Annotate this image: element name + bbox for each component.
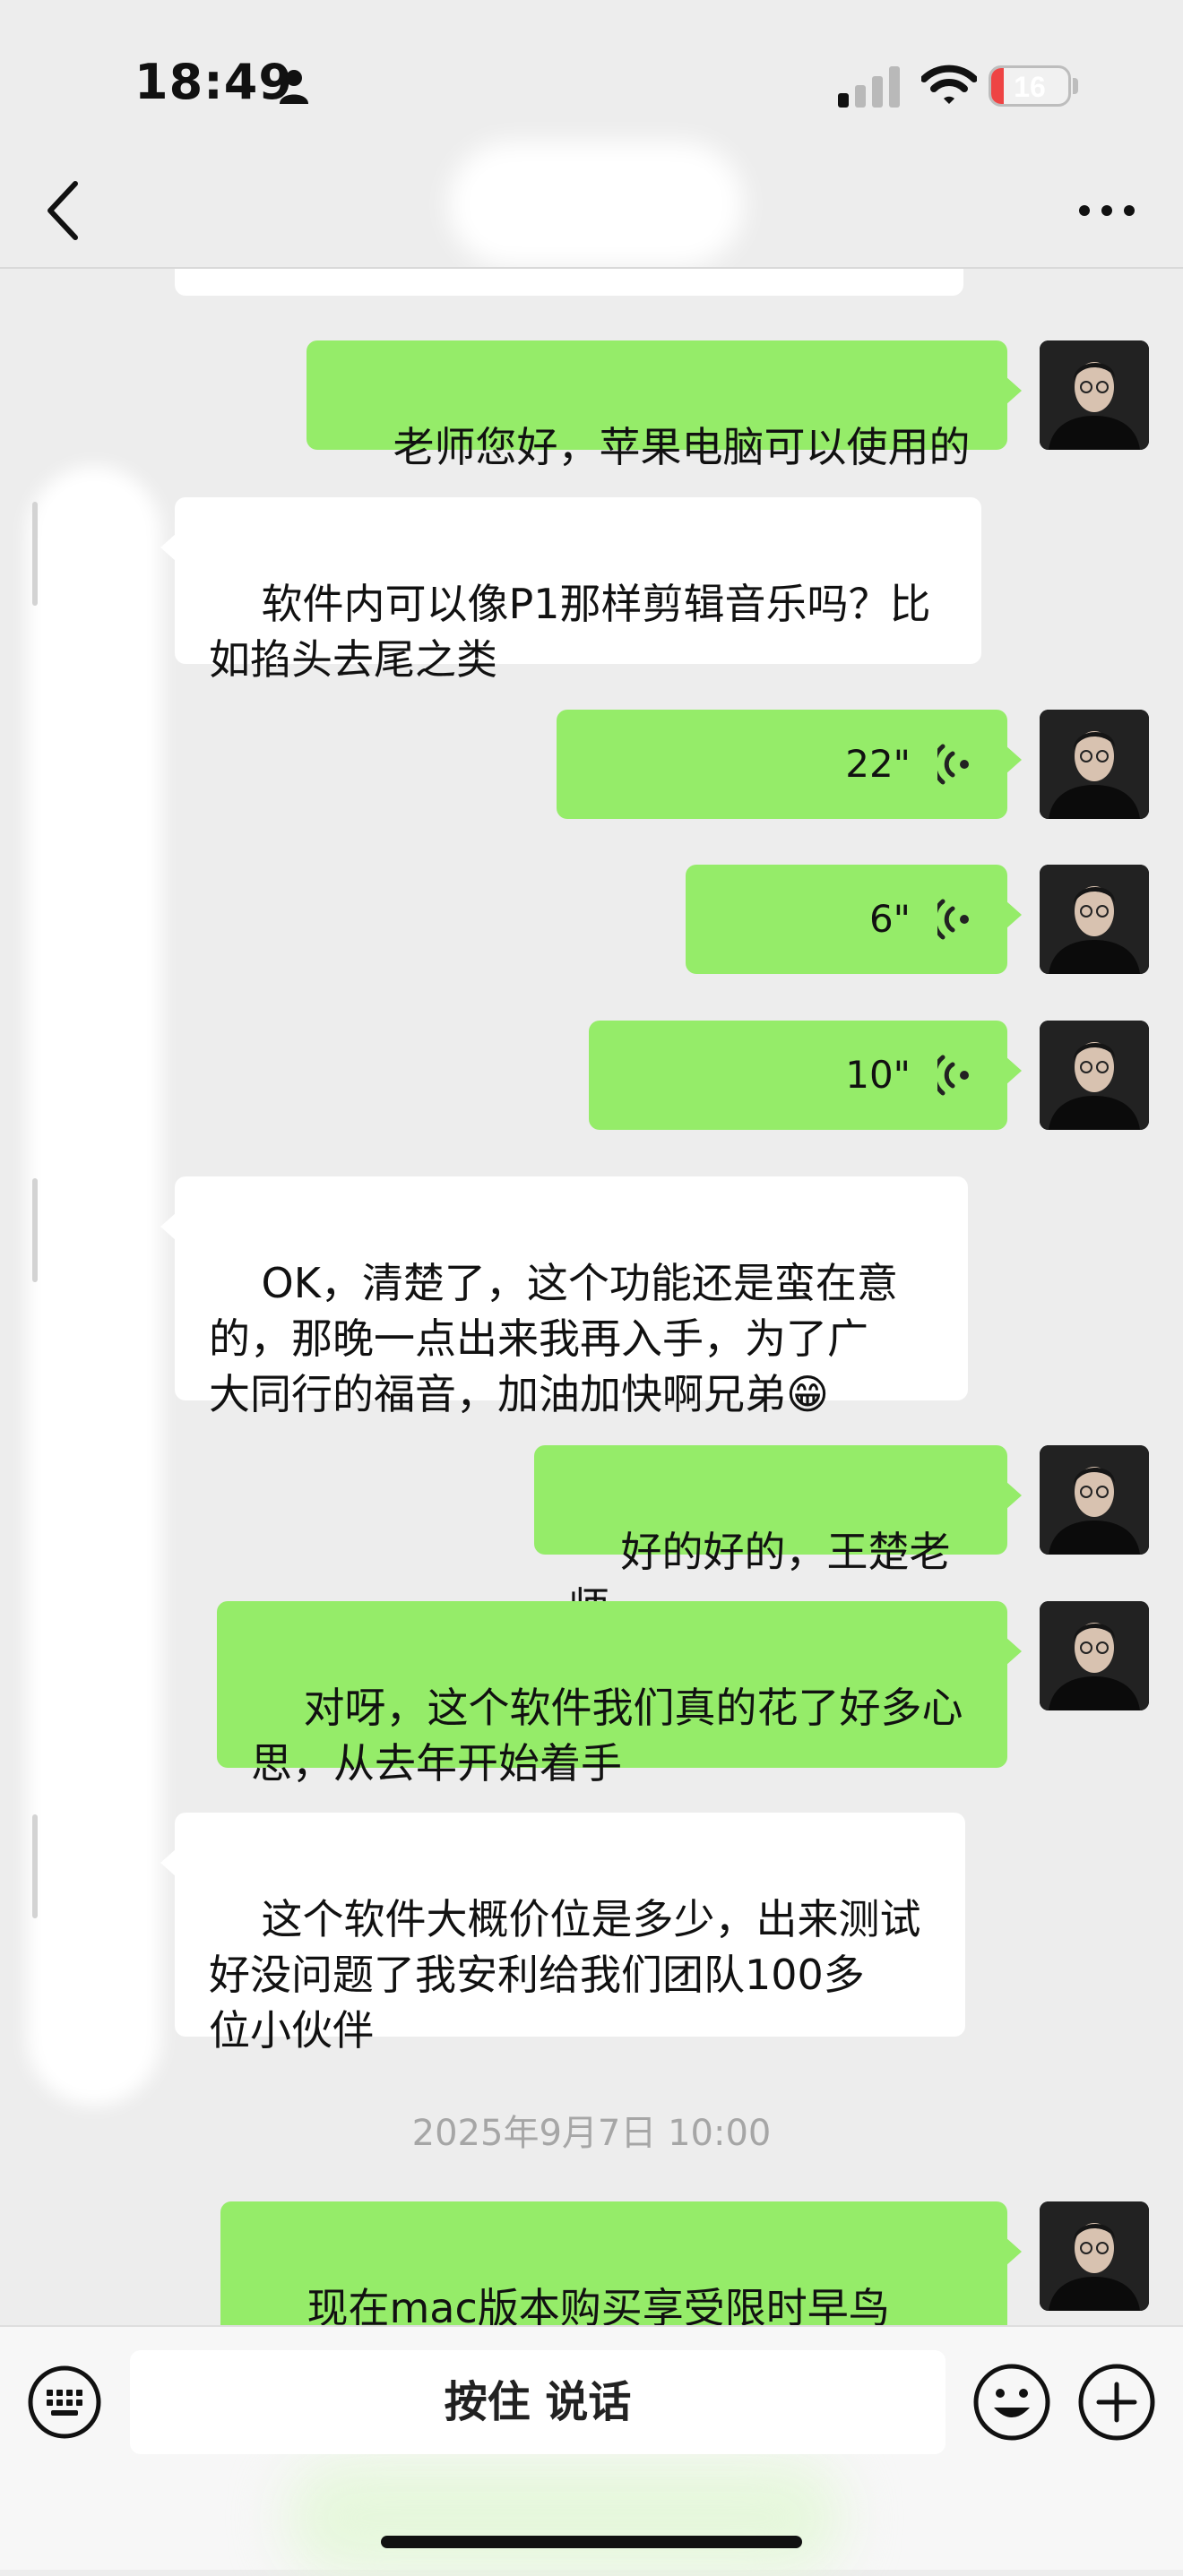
portrait-image: [1040, 1445, 1149, 1555]
message-bubble-received[interactable]: 这个软件大概价位是多少，出来测试 好没问题了我安利给我们团队100多 位小伙伴: [160, 1813, 965, 2055]
partial-message-bubble: [175, 269, 963, 296]
portrait-image: [1040, 2201, 1149, 2311]
smiley-icon[interactable]: [972, 2363, 1051, 2442]
home-indicator: [381, 2536, 802, 2548]
voice-duration: 10": [845, 1053, 911, 1097]
plus-circle-icon[interactable]: [1077, 2363, 1156, 2442]
divider: [0, 2325, 1183, 2327]
contact-name-redacted: [448, 142, 744, 267]
message-bubble-sent[interactable]: 对呀，这个软件我们真的花了好多心 思，从去年开始着手: [217, 1601, 1022, 1788]
avatar[interactable]: [1040, 710, 1149, 819]
message-timestamp: 2025年9月7日 10:00: [411, 2113, 772, 2154]
message-text: 软件内可以像P1那样剪辑音乐吗？比 如掐头去尾之类: [209, 580, 931, 684]
portrait-image: [1040, 340, 1149, 450]
avatar[interactable]: [1040, 1021, 1149, 1130]
status-time: 18:49: [134, 54, 293, 110]
divider: [32, 1814, 38, 1918]
portrait-image: [1040, 1021, 1149, 1130]
message-text: 老师您好，苹果电脑可以使用的: [393, 423, 971, 471]
voice-duration: 6": [868, 897, 911, 941]
message-bubble-received[interactable]: OK，清楚了，这个功能还是蛮在意 的，那晚一点出来我再入手，为了广 大同行的福音…: [160, 1176, 968, 1418]
portrait-image: [1040, 865, 1149, 974]
ellipsis-icon[interactable]: [1075, 202, 1138, 220]
voice-message-bubble[interactable]: 6": [686, 865, 1022, 974]
battery-level: 16: [1014, 71, 1046, 103]
divider: [0, 267, 1183, 269]
top-bar: 18:49 16: [0, 0, 1183, 269]
portrait-image: [1040, 710, 1149, 819]
voice-duration: 22": [845, 742, 911, 786]
avatar[interactable]: [1040, 340, 1149, 450]
portrait-image: [1040, 1601, 1149, 1710]
background-glow: [287, 2460, 842, 2576]
keyboard-icon[interactable]: [27, 2365, 102, 2440]
chevron-left-icon[interactable]: [36, 175, 90, 246]
avatar[interactable]: [1040, 865, 1149, 974]
cellular-signal-icon: [838, 66, 900, 108]
wifi-icon: [921, 65, 977, 104]
person-icon: [280, 70, 308, 104]
battery-indicator: 16: [989, 65, 1071, 107]
divider: [32, 502, 38, 606]
voice-wave-icon: [937, 899, 969, 940]
message-text: 这个软件大概价位是多少，出来测试 好没问题了我安利给我们团队100多 位小伙伴: [209, 1895, 921, 2055]
avatar[interactable]: [1040, 2201, 1149, 2311]
input-bar: 按住 说话: [0, 2325, 1183, 2576]
voice-message-bubble[interactable]: 10": [589, 1021, 1022, 1130]
message-text: 现在mac版本购买享受限时早鸟 价198RMB，转发朋友圈和抖音可以: [307, 2284, 890, 2325]
avatar[interactable]: [1040, 1445, 1149, 1555]
chat-message-list[interactable]: 老师您好，苹果电脑可以使用的 软件内可以像P1那样剪辑音乐吗？比 如掐头去尾之类…: [0, 269, 1183, 2325]
message-bubble-received[interactable]: 软件内可以像P1那样剪辑音乐吗？比 如掐头去尾之类: [160, 497, 981, 684]
voice-wave-icon: [937, 1055, 969, 1096]
message-text: OK，清楚了，这个功能还是蛮在意 的，那晚一点出来我再入手，为了广 大同行的福音…: [209, 1259, 898, 1418]
message-bubble-sent[interactable]: 现在mac版本购买享受限时早鸟 价198RMB，转发朋友圈和抖音可以: [220, 2201, 1022, 2325]
message-text: 对呀，这个软件我们真的花了好多心 思，从去年开始着手: [251, 1684, 963, 1788]
divider: [32, 1178, 38, 1282]
voice-message-bubble[interactable]: 22": [557, 710, 1022, 819]
message-bubble-sent[interactable]: 老师您好，苹果电脑可以使用的: [307, 340, 1022, 471]
hold-to-talk-button[interactable]: 按住 说话: [130, 2350, 946, 2454]
voice-wave-icon: [937, 744, 969, 785]
battery-tip: [1073, 78, 1078, 94]
message-bubble-sent[interactable]: 好的好的，王楚老师: [534, 1445, 1022, 1632]
avatar[interactable]: [1040, 1601, 1149, 1710]
redacted-avatar-column: [27, 466, 161, 2106]
